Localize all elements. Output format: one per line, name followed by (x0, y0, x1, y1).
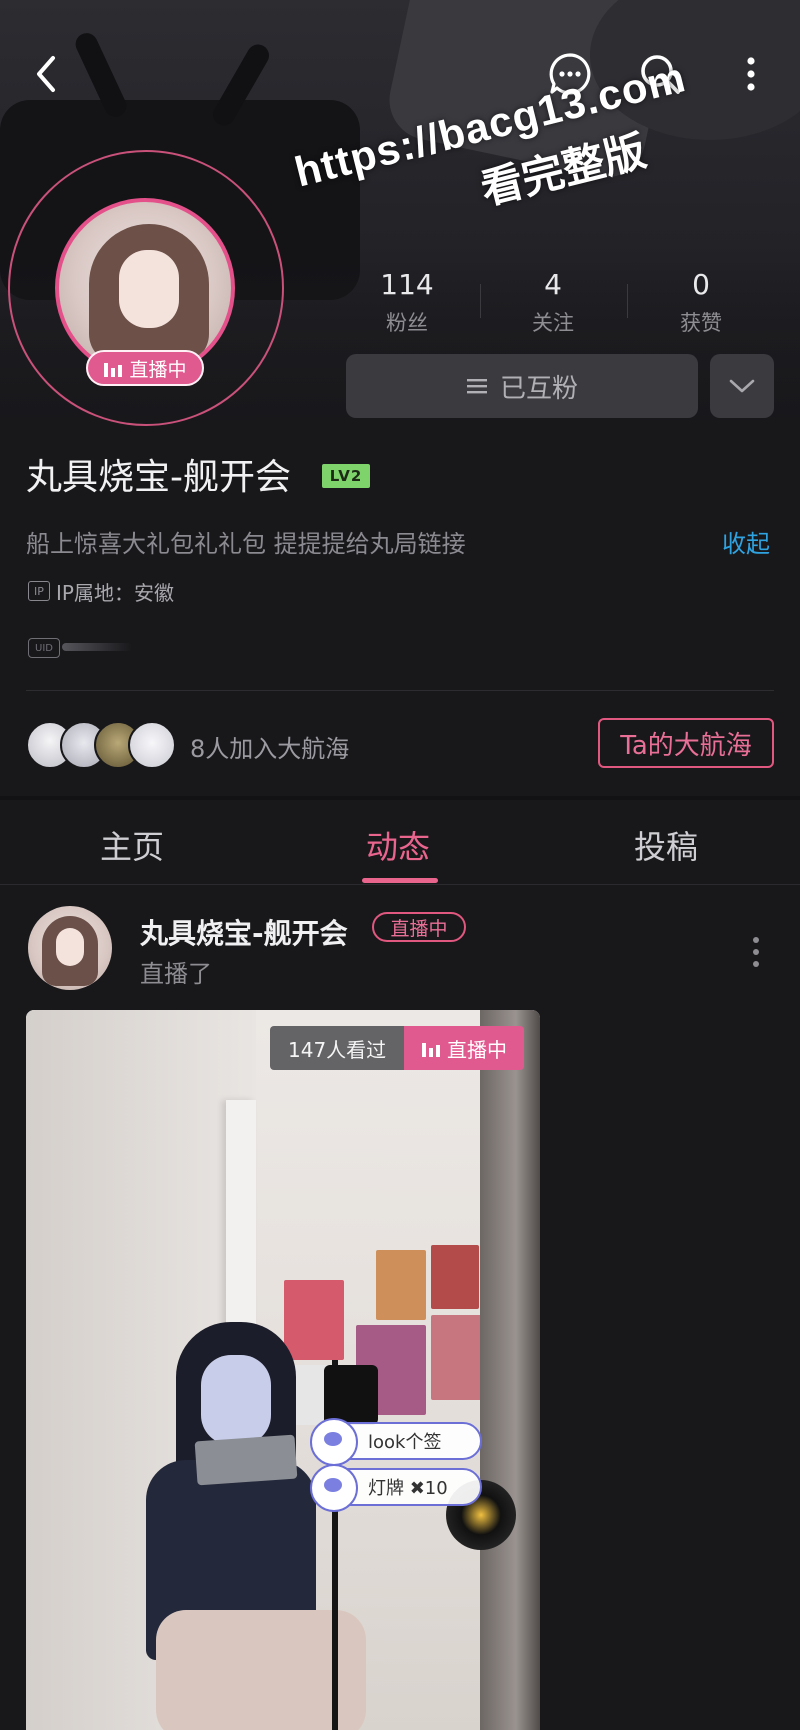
danmaku-bubble: look个签 (310, 1418, 482, 1466)
tab-dynamics[interactable]: 动态 (366, 822, 430, 868)
section-separator (0, 796, 800, 800)
stat-likes[interactable]: 0 获赞 (646, 268, 756, 337)
stat-divider (627, 284, 628, 318)
more-vertical-icon (747, 57, 755, 91)
ip-icon: IP (28, 581, 50, 601)
ip-location: IP属地：安徽 (56, 581, 174, 605)
divider (0, 884, 800, 885)
follow-label: 已互粉 (499, 373, 578, 404)
scene-poster (376, 1250, 426, 1320)
stat-value: 0 (692, 268, 710, 301)
danmaku-text: look个签 (368, 1432, 442, 1453)
post-more-icon[interactable] (746, 934, 766, 970)
profile-name: 丸具烧宝-舰开会 (26, 457, 291, 498)
back-icon (37, 56, 55, 92)
uid-value-blurred (62, 643, 132, 651)
back-button[interactable] (20, 48, 72, 100)
scene-poster (431, 1245, 479, 1309)
stat-divider (480, 284, 481, 318)
mutual-follow-button[interactable]: 已互粉 (346, 354, 698, 418)
level-badge: LV2 (322, 464, 370, 488)
follow-dropdown-button[interactable] (710, 354, 774, 418)
active-tab-indicator (362, 878, 438, 883)
viewer-count: 147人看过 (270, 1026, 405, 1070)
stat-followers[interactable]: 114 粉丝 (352, 268, 462, 337)
danmaku-avatar-icon (310, 1464, 358, 1512)
scene-poster (431, 1315, 486, 1400)
live-status-pill[interactable]: 直播中 (86, 350, 204, 386)
uid-icon[interactable]: UID (28, 638, 60, 658)
scene-phone (324, 1365, 378, 1425)
more-button[interactable] (725, 48, 777, 100)
live-preview-tag: 直播中 (404, 1026, 524, 1070)
tab-home[interactable]: 主页 (100, 822, 164, 868)
live-status-label: 直播中 (129, 358, 187, 381)
post-author-avatar[interactable] (28, 906, 112, 990)
divider (26, 690, 774, 691)
scene-curtain (480, 1010, 540, 1730)
stat-value: 114 (380, 268, 434, 301)
post-live-badge[interactable]: 直播中 (372, 912, 466, 942)
scene-poster (284, 1280, 344, 1360)
live-bars-icon (422, 1043, 440, 1057)
stat-value: 4 (544, 268, 562, 301)
danmaku-bubble: 灯牌 ✖10 (310, 1464, 482, 1512)
live-preview-label: 直播中 (447, 1037, 507, 1062)
guard-avatars[interactable] (26, 721, 176, 769)
stat-label: 关注 (532, 311, 574, 335)
guard-avatar (128, 721, 176, 769)
live-preview-card[interactable] (26, 1010, 540, 1730)
collapse-link[interactable]: 收起 (722, 524, 770, 559)
stat-label: 粉丝 (386, 311, 428, 335)
menu-icon (466, 379, 487, 394)
danmaku-avatar-icon (310, 1418, 358, 1466)
post-action-text: 直播了 (140, 960, 212, 988)
tab-posts[interactable]: 投稿 (634, 822, 698, 868)
post-author-name[interactable]: 丸具烧宝-舰开会 (140, 912, 348, 952)
danmaku-text: 灯牌 ✖10 (368, 1478, 448, 1499)
guard-button[interactable]: Ta的大航海 (598, 718, 774, 768)
scene-person-face (201, 1355, 271, 1445)
stat-label: 获赞 (680, 311, 722, 335)
avatar-face (119, 250, 179, 328)
stat-following[interactable]: 4 关注 (498, 268, 608, 337)
scene-tablet (194, 1434, 298, 1486)
live-bars-icon (104, 363, 123, 377)
avatar-face (56, 928, 84, 966)
profile-bio: 船上惊喜大礼包礼礼包 提提提给丸局链接 (26, 530, 466, 558)
chevron-down-icon (729, 379, 755, 393)
guard-count-text: 8人加入大航海 (190, 735, 350, 763)
